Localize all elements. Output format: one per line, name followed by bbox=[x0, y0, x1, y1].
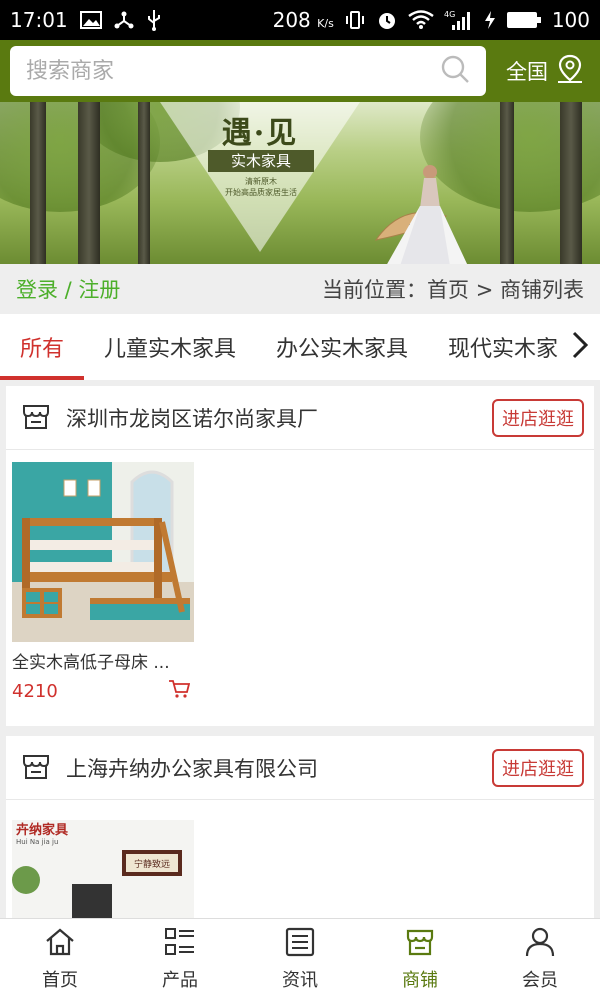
nav-member[interactable]: 会员 bbox=[480, 919, 600, 1000]
signal-icon: 4G bbox=[444, 9, 474, 31]
home-icon bbox=[44, 927, 76, 962]
store-name: 深圳市龙岗区诺尔尚家具厂 bbox=[66, 406, 318, 431]
location-pin-icon bbox=[556, 54, 584, 89]
network-type: 4G bbox=[444, 10, 455, 19]
product-image[interactable]: 卉纳家具 Hui Na jia ju 宁静致远 bbox=[12, 820, 194, 918]
nav-products-label: 产品 bbox=[162, 970, 198, 991]
product-brand-pinyin: Hui Na jia ju bbox=[16, 838, 58, 846]
nav-products[interactable]: 产品 bbox=[120, 919, 240, 1000]
speed-unit: K/s bbox=[317, 17, 334, 30]
product-price: 4210 bbox=[12, 680, 58, 702]
nav-home[interactable]: 首页 bbox=[0, 919, 120, 1000]
region-selector[interactable]: 全国 bbox=[506, 54, 590, 89]
tab-office-furniture[interactable]: 办公实木家具 bbox=[256, 314, 428, 380]
tab-kids-furniture[interactable]: 儿童实木家具 bbox=[84, 314, 256, 380]
promo-banner[interactable]: 遇·见 实木家具 清新原木 开始高品质家居生活 bbox=[0, 102, 600, 264]
store-icon bbox=[20, 750, 52, 786]
user-icon bbox=[524, 927, 556, 962]
usb-icon bbox=[146, 9, 162, 31]
category-tabs: 所有 儿童实木家具 办公实木家具 现代实木家 bbox=[0, 314, 600, 380]
breadcrumb: 当前位置：首页 > 商铺列表 bbox=[322, 278, 584, 302]
status-bar: 17:01 208 K/s 4G 100 bbox=[0, 0, 600, 40]
header: 全国 bbox=[0, 40, 600, 102]
chevron-right-icon bbox=[571, 330, 589, 364]
bride-illustration bbox=[387, 165, 468, 264]
tabs-scroll-right-button[interactable] bbox=[560, 314, 600, 380]
banner-line2: 开始高品质家居生活 bbox=[225, 188, 297, 197]
cart-icon[interactable] bbox=[168, 679, 191, 703]
store-card: 上海卉纳办公家具有限公司 进店逛逛 卉纳家具 Hui Na jia ju 宁静致… bbox=[6, 736, 594, 918]
location-bar: 登录 / 注册 当前位置：首页 > 商铺列表 bbox=[0, 264, 600, 314]
bottom-navigation: 首页 产品 资讯 商铺 会员 bbox=[0, 918, 600, 1000]
tab-modern-furniture[interactable]: 现代实木家 bbox=[428, 314, 578, 380]
nav-news[interactable]: 资讯 bbox=[240, 919, 360, 1000]
nav-home-label: 首页 bbox=[42, 970, 78, 991]
banner-tagline: 清新原木 开始高品质家居生活 bbox=[196, 176, 326, 198]
nav-stores-label: 商铺 bbox=[402, 970, 438, 991]
list-icon bbox=[164, 927, 196, 962]
enter-store-button[interactable]: 进店逛逛 bbox=[492, 398, 584, 437]
search-input[interactable] bbox=[26, 58, 440, 84]
clock: 17:01 bbox=[10, 8, 68, 32]
nav-stores[interactable]: 商铺 bbox=[360, 919, 480, 1000]
charging-icon bbox=[484, 10, 496, 30]
battery-icon bbox=[506, 10, 542, 30]
banner-line1: 清新原木 bbox=[245, 177, 277, 186]
store-header[interactable]: 上海卉纳办公家具有限公司 进店逛逛 bbox=[6, 736, 594, 800]
enter-store-button[interactable]: 进店逛逛 bbox=[492, 748, 584, 787]
news-icon bbox=[284, 927, 316, 962]
store-header[interactable]: 深圳市龙岗区诺尔尚家具厂 进店逛逛 bbox=[6, 386, 594, 450]
product-item[interactable]: 全实木高低子母床 ... 4210 bbox=[12, 462, 194, 703]
region-label: 全国 bbox=[506, 60, 548, 84]
vibrate-icon bbox=[344, 10, 366, 30]
login-register-link[interactable]: 登录 / 注册 bbox=[16, 274, 120, 304]
tab-all[interactable]: 所有 bbox=[0, 314, 85, 380]
product-brand-sign: 卉纳家具 bbox=[16, 822, 68, 838]
search-box[interactable] bbox=[10, 46, 486, 96]
image-icon bbox=[79, 11, 102, 29]
product-item[interactable]: 卉纳家具 Hui Na jia ju 宁静致远 bbox=[12, 820, 194, 918]
network-speed: 208 bbox=[272, 8, 311, 32]
nav-member-label: 会员 bbox=[522, 970, 558, 991]
store-name: 上海卉纳办公家具有限公司 bbox=[66, 756, 318, 781]
store-icon bbox=[404, 927, 436, 962]
banner-title: 遇·见 bbox=[221, 116, 299, 151]
product-name: 全实木高低子母床 ... bbox=[12, 653, 170, 673]
alarm-icon bbox=[376, 9, 398, 31]
product-image[interactable] bbox=[12, 462, 194, 642]
wifi-icon bbox=[408, 10, 434, 30]
share-icon bbox=[114, 10, 134, 30]
nav-news-label: 资讯 bbox=[282, 970, 318, 991]
battery-level: 100 bbox=[551, 8, 590, 32]
product-painting-text: 宁静致远 bbox=[134, 858, 170, 870]
banner-subtitle: 实木家具 bbox=[208, 150, 314, 172]
store-card: 深圳市龙岗区诺尔尚家具厂 进店逛逛 全实木高低子母床 ... 4210 bbox=[6, 386, 594, 726]
store-icon bbox=[20, 400, 52, 436]
search-icon[interactable] bbox=[440, 54, 470, 88]
